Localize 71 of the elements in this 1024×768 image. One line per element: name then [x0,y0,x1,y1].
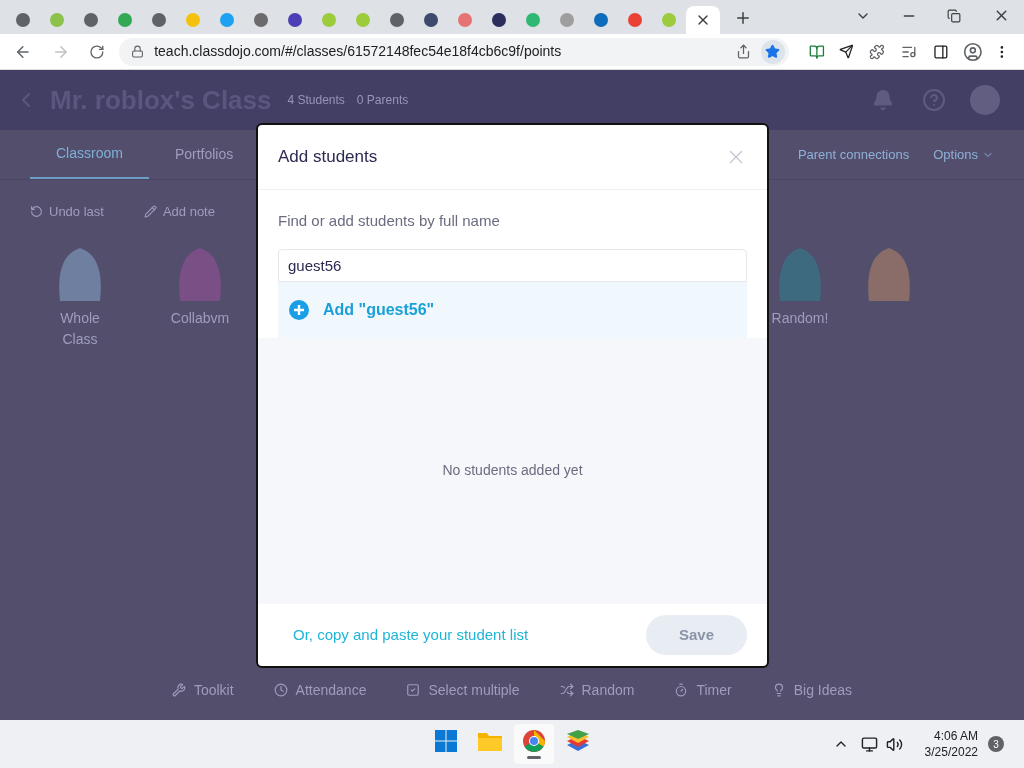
windows-icon[interactable] [434,729,458,753]
reload-icon[interactable] [89,43,106,60]
nav-tab[interactable]: Portfolios [148,130,260,179]
toolbar-button[interactable]: Big Ideas [793,679,853,701]
field-label: Find or add students by full name [278,211,501,231]
favicon-icon [83,12,99,28]
nav-link[interactable]: Parent connections [797,144,910,165]
student-name[interactable]: Whole Class [50,307,110,350]
favicon-icon [219,12,235,28]
favicon-icon [559,12,575,28]
undo-button[interactable]: Undo last [49,202,104,222]
tool-icon [559,683,574,697]
lock-icon [131,45,145,58]
dialog-title: Add students [278,146,378,169]
speaker-icon[interactable] [885,735,903,753]
tool-icon [674,683,689,697]
favicon-icon [593,12,609,28]
toolbar-button[interactable]: Timer [696,679,732,701]
favicon-icon [491,12,507,28]
tool-icon [273,683,288,697]
book-icon[interactable] [808,43,825,60]
student-count: 4 Students [287,92,345,109]
favicon-icon [525,12,541,28]
restore-icon[interactable] [947,9,961,23]
toolbar-button[interactable]: Select multiple [428,679,520,701]
url-text: teach.classdojo.com/#/classes/61572148fec54e18f4cb6c9f/points [154,42,562,61]
toolbar-button[interactable]: Random [581,679,635,701]
favicon-icon [15,12,31,28]
tool-icon [171,683,186,697]
network-icon[interactable] [860,735,878,753]
toolbar-button[interactable]: Toolkit [193,679,234,701]
share-icon[interactable] [735,44,751,59]
favicon-icon [253,12,269,28]
favicon-icon [355,12,371,28]
favicon-icon [117,12,133,28]
favicon-icon [457,12,473,28]
parent-count: 0 Parents [356,92,409,109]
extensions-icon[interactable] [869,43,886,60]
pencil-icon [143,205,157,219]
favicon-icon [661,12,677,28]
favicon-icon [627,12,643,28]
nav-tab[interactable]: Classroom [30,130,149,179]
favicon-icon [151,12,167,28]
student-name[interactable]: Random! [770,307,830,329]
favicon-icon [321,12,337,28]
favicon-icon [389,12,405,28]
nav-link[interactable]: Options [933,144,978,165]
chrome-icon[interactable] [522,729,546,753]
profile-icon[interactable] [962,41,983,62]
name-field[interactable]: guest56 [278,248,747,282]
new-tab-icon[interactable] [734,9,752,27]
student-name[interactable]: Collabvm [170,307,230,329]
clock[interactable]: 4:06 AM 3/25/2022 [924,728,978,760]
paste-link[interactable]: Or, copy and paste your student list [293,623,529,647]
layers-icon[interactable] [565,729,591,753]
favicon-icon [287,12,303,28]
star-icon [765,44,781,59]
side-panel-icon[interactable] [932,43,949,60]
favicon-icon [49,12,65,28]
favicon-icon [423,12,439,28]
tool-icon [406,683,421,697]
bookmark-button[interactable] [760,39,785,64]
empty-message: No students added yet [442,461,583,481]
favicon-icon [185,12,201,28]
plus-circle-icon [289,299,309,320]
add-note-button[interactable]: Add note [162,202,215,222]
notification-badge[interactable]: 3 [988,736,1004,752]
add-suggestion[interactable]: Add "guest56" [278,281,747,338]
undo-icon [30,205,43,219]
toolbar-button[interactable]: Attendance [295,679,367,701]
address-bar[interactable]: teach.classdojo.com/#/classes/61572148fec54e18f4cb6c9f/points [119,37,789,66]
